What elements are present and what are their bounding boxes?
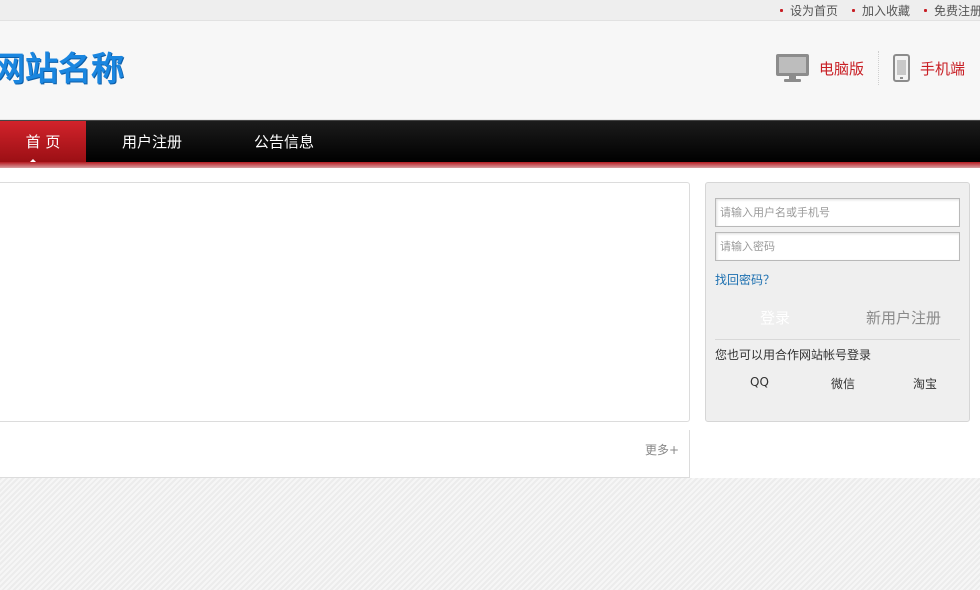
bullet-icon [851,9,855,12]
add-favorite-link[interactable]: 加入收藏 [850,0,910,21]
main-content-panel [0,182,690,422]
username-input[interactable] [715,198,960,227]
set-homepage-label: 设为首页 [789,4,838,18]
more-link[interactable]: 更多+ [645,441,679,458]
top-links: 设为首页 加入收藏 免费注册 [766,0,980,21]
nav-item-register[interactable]: 用户注册 [86,121,218,163]
set-homepage-link[interactable]: 设为首页 [778,0,838,21]
nav-item-home[interactable]: 首 页 [0,121,86,163]
new-user-register-button[interactable]: 新用户注册 [846,304,961,332]
nav-item-announcements[interactable]: 公告信息 [218,121,350,163]
mobile-phone-icon [892,54,910,82]
login-divider [715,339,960,340]
news-list-panel: 更多+ [0,430,690,478]
version-divider [877,51,879,85]
partner-login-list: QQ 微信 淘宝 [715,375,960,393]
partner-login-text: 您也可以用合作网站帐号登录 [715,348,872,362]
taobao-login-link[interactable]: 淘宝 [913,375,937,392]
forgot-password-link[interactable]: 找回密码？ [715,271,775,288]
qq-login-link[interactable]: QQ [750,375,769,389]
version-switch: 电脑版 手机端 [775,51,965,85]
top-bar: 设为首页 加入收藏 免费注册 [0,0,980,21]
add-favorite-label: 加入收藏 [861,4,910,18]
nav-item-announcements-label: 公告信息 [253,133,314,151]
pc-version-label: 电脑版 [818,59,864,78]
nav-item-home-label: 首 页 [25,133,61,151]
nav-item-register-label: 用户注册 [121,133,182,151]
site-logo[interactable]: 网站名称 [0,49,124,89]
mobile-version-label: 手机端 [919,59,965,78]
wechat-login-link[interactable]: 微信 [831,375,855,392]
bullet-icon [923,9,927,12]
main-nav: 首 页 用户注册 公告信息 [0,120,980,163]
pc-version-link[interactable]: 电脑版 [775,51,864,85]
free-register-label: 免费注册 [933,4,980,18]
password-input[interactable] [715,232,960,261]
monitor-icon [775,54,809,82]
mobile-version-link[interactable]: 手机端 [892,51,965,85]
login-button[interactable]: 登录 [715,304,835,332]
free-register-link[interactable]: 免费注册 [922,0,980,21]
bullet-icon [779,9,783,12]
site-header: 网站名称 电脑版 手机端 [0,21,980,120]
login-panel: 找回密码？ 登录 新用户注册 您也可以用合作网站帐号登录 QQ 微信 淘宝 [705,182,970,422]
